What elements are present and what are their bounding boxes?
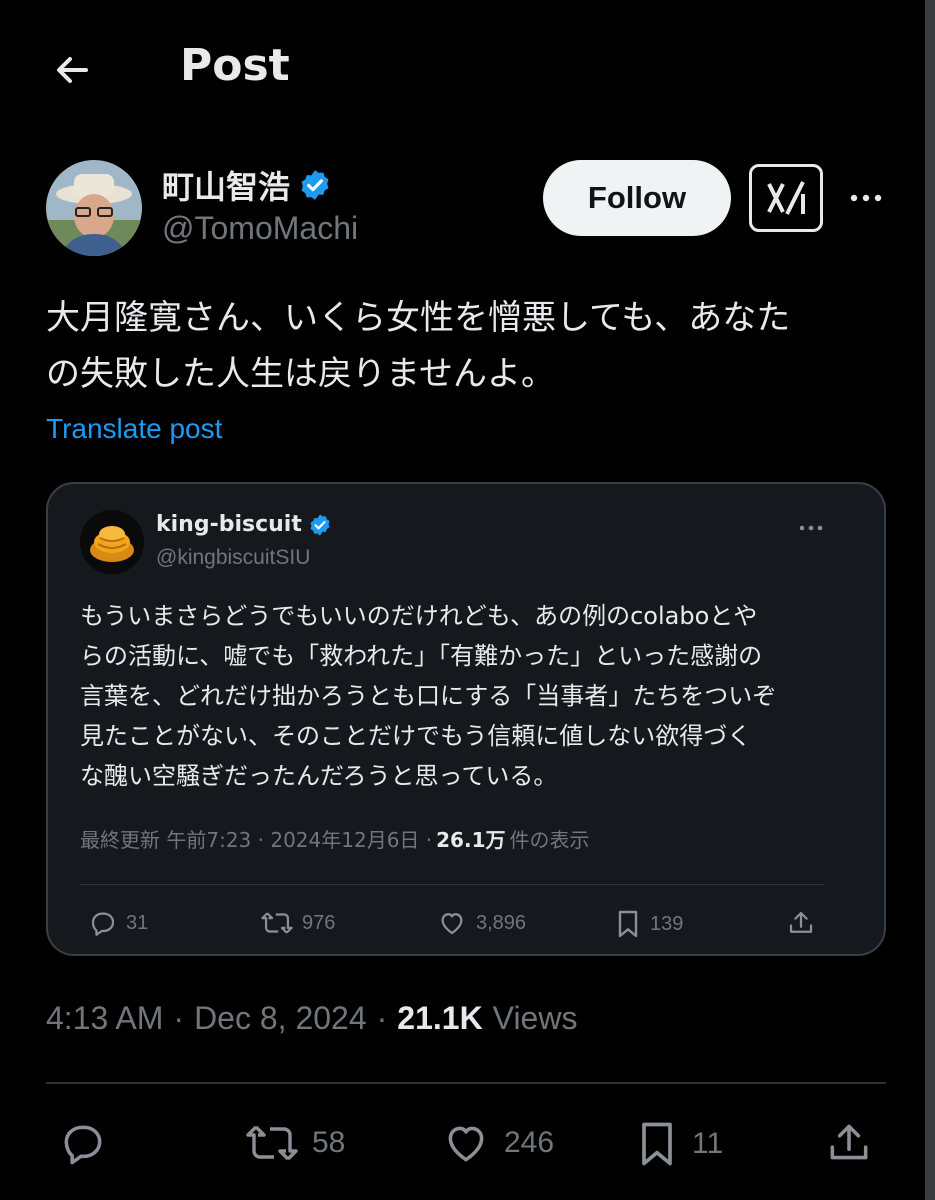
quoted-more-options-icon[interactable] — [796, 518, 826, 538]
quoted-post-meta: 最終更新 午前7:23 · 2024年12月6日 · 26.1万 件の表示 — [80, 824, 590, 853]
post-date[interactable]: Dec 8, 2024 — [194, 1000, 367, 1037]
quoted-views-count: 26.1万 — [436, 828, 506, 852]
quoted-author-name-text: king-biscuit — [156, 512, 302, 537]
more-options-icon[interactable] — [846, 178, 886, 218]
header: Post — [0, 0, 925, 140]
author-name-text: 町山智浩 — [162, 168, 291, 206]
quoted-share-button[interactable] — [786, 908, 816, 938]
repost-icon — [246, 1125, 298, 1161]
post-meta: 4:13 AM · Dec 8, 2024 · 21.1K Views — [46, 1000, 577, 1037]
verified-badge-icon — [301, 170, 329, 200]
quoted-text-line: な醜い空騒ぎだったんだろうと思っている。 — [80, 762, 558, 790]
post-action-bar: 58 246 11 — [0, 1110, 925, 1180]
quoted-action-bar: 31 976 3,896 139 — [48, 904, 884, 944]
follow-button[interactable]: Follow — [543, 160, 731, 236]
quoted-text-line: らの活動に、嘘でも「救われた」「有難かった」といった感謝の — [80, 642, 763, 670]
bookmark-button[interactable]: 11 — [634, 1118, 723, 1170]
quoted-repost-count: 976 — [302, 911, 336, 934]
quoted-post[interactable]: king-biscuit @kingbiscuitSIU もういまさらどうでもい… — [46, 482, 886, 956]
post-text-line: の失敗した人生は戻りませんよ。 — [46, 354, 555, 394]
author-handle[interactable]: @TomoMachi — [162, 210, 358, 247]
share-button[interactable] — [824, 1118, 874, 1168]
avatar[interactable] — [46, 160, 142, 256]
reply-button[interactable] — [58, 1118, 108, 1168]
quoted-author-handle[interactable]: @kingbiscuitSIU — [156, 546, 310, 570]
like-button[interactable]: 246 — [440, 1118, 554, 1168]
repost-icon — [261, 912, 293, 934]
post-text-line: 大月隆寛さん、いくら女性を憎悪しても、あなた — [46, 298, 791, 338]
meta-separator: · — [376, 1000, 388, 1036]
back-arrow-icon[interactable] — [50, 48, 94, 92]
heart-icon — [448, 1126, 484, 1162]
heart-icon — [441, 913, 463, 935]
page-title: Post — [180, 40, 290, 91]
quoted-views-label: 件の表示 — [509, 828, 590, 852]
verified-badge-icon — [310, 514, 330, 535]
author-name[interactable]: 町山智浩 — [162, 162, 332, 208]
reply-icon — [64, 1125, 102, 1165]
post-views-count: 21.1K — [397, 1000, 483, 1036]
quoted-avatar[interactable] — [80, 510, 144, 574]
quoted-like-button[interactable]: 3,896 — [436, 908, 526, 938]
post-views-label: Views — [492, 1000, 578, 1036]
bookmark-icon — [618, 910, 638, 938]
share-icon — [789, 911, 813, 933]
meta-separator: · — [173, 1000, 185, 1036]
bookmark-count: 11 — [692, 1127, 724, 1160]
quoted-text-line: 言葉を、どれだけ拙かろうとも口にする「当事者」たちをついぞ — [80, 682, 777, 710]
quoted-author-name[interactable]: king-biscuit — [156, 512, 332, 537]
bookmark-icon — [642, 1122, 672, 1166]
quoted-text-line: もういまさらどうでもいいのだけれども、あの例のcolaboとや — [80, 602, 758, 630]
repost-button[interactable]: 58 — [244, 1118, 345, 1168]
translate-post-link[interactable]: Translate post — [46, 413, 222, 445]
post-time[interactable]: 4:13 AM — [46, 1000, 163, 1037]
quoted-repost-button[interactable]: 976 — [260, 908, 335, 938]
quoted-post-text: もういまさらどうでもいいのだけれども、あの例のcolaboとや らの活動に、嘘で… — [80, 596, 840, 796]
quoted-bookmark-button[interactable]: 139 — [614, 908, 683, 940]
quoted-reply-button[interactable]: 31 — [88, 908, 148, 938]
repost-count: 58 — [312, 1126, 346, 1159]
right-edge-bar — [925, 0, 935, 1200]
quoted-like-count: 3,896 — [476, 911, 527, 934]
quoted-divider — [80, 884, 824, 885]
divider — [46, 1082, 886, 1084]
post-text: 大月隆寛さん、いくら女性を憎悪しても、あなた の失敗した人生は戻りませんよ。 — [46, 290, 896, 402]
quoted-text-line: 見たことがない、そのことだけでもう信頼に値しない欲得づく — [80, 722, 752, 750]
quoted-bookmark-count: 139 — [650, 912, 684, 935]
quoted-timestamp: 最終更新 午前7:23 · 2024年12月6日 · — [80, 828, 433, 852]
quoted-reply-count: 31 — [126, 911, 149, 934]
grok-icon[interactable] — [749, 164, 823, 232]
reply-icon — [91, 912, 115, 936]
share-icon — [830, 1124, 868, 1160]
like-count: 246 — [504, 1126, 555, 1159]
